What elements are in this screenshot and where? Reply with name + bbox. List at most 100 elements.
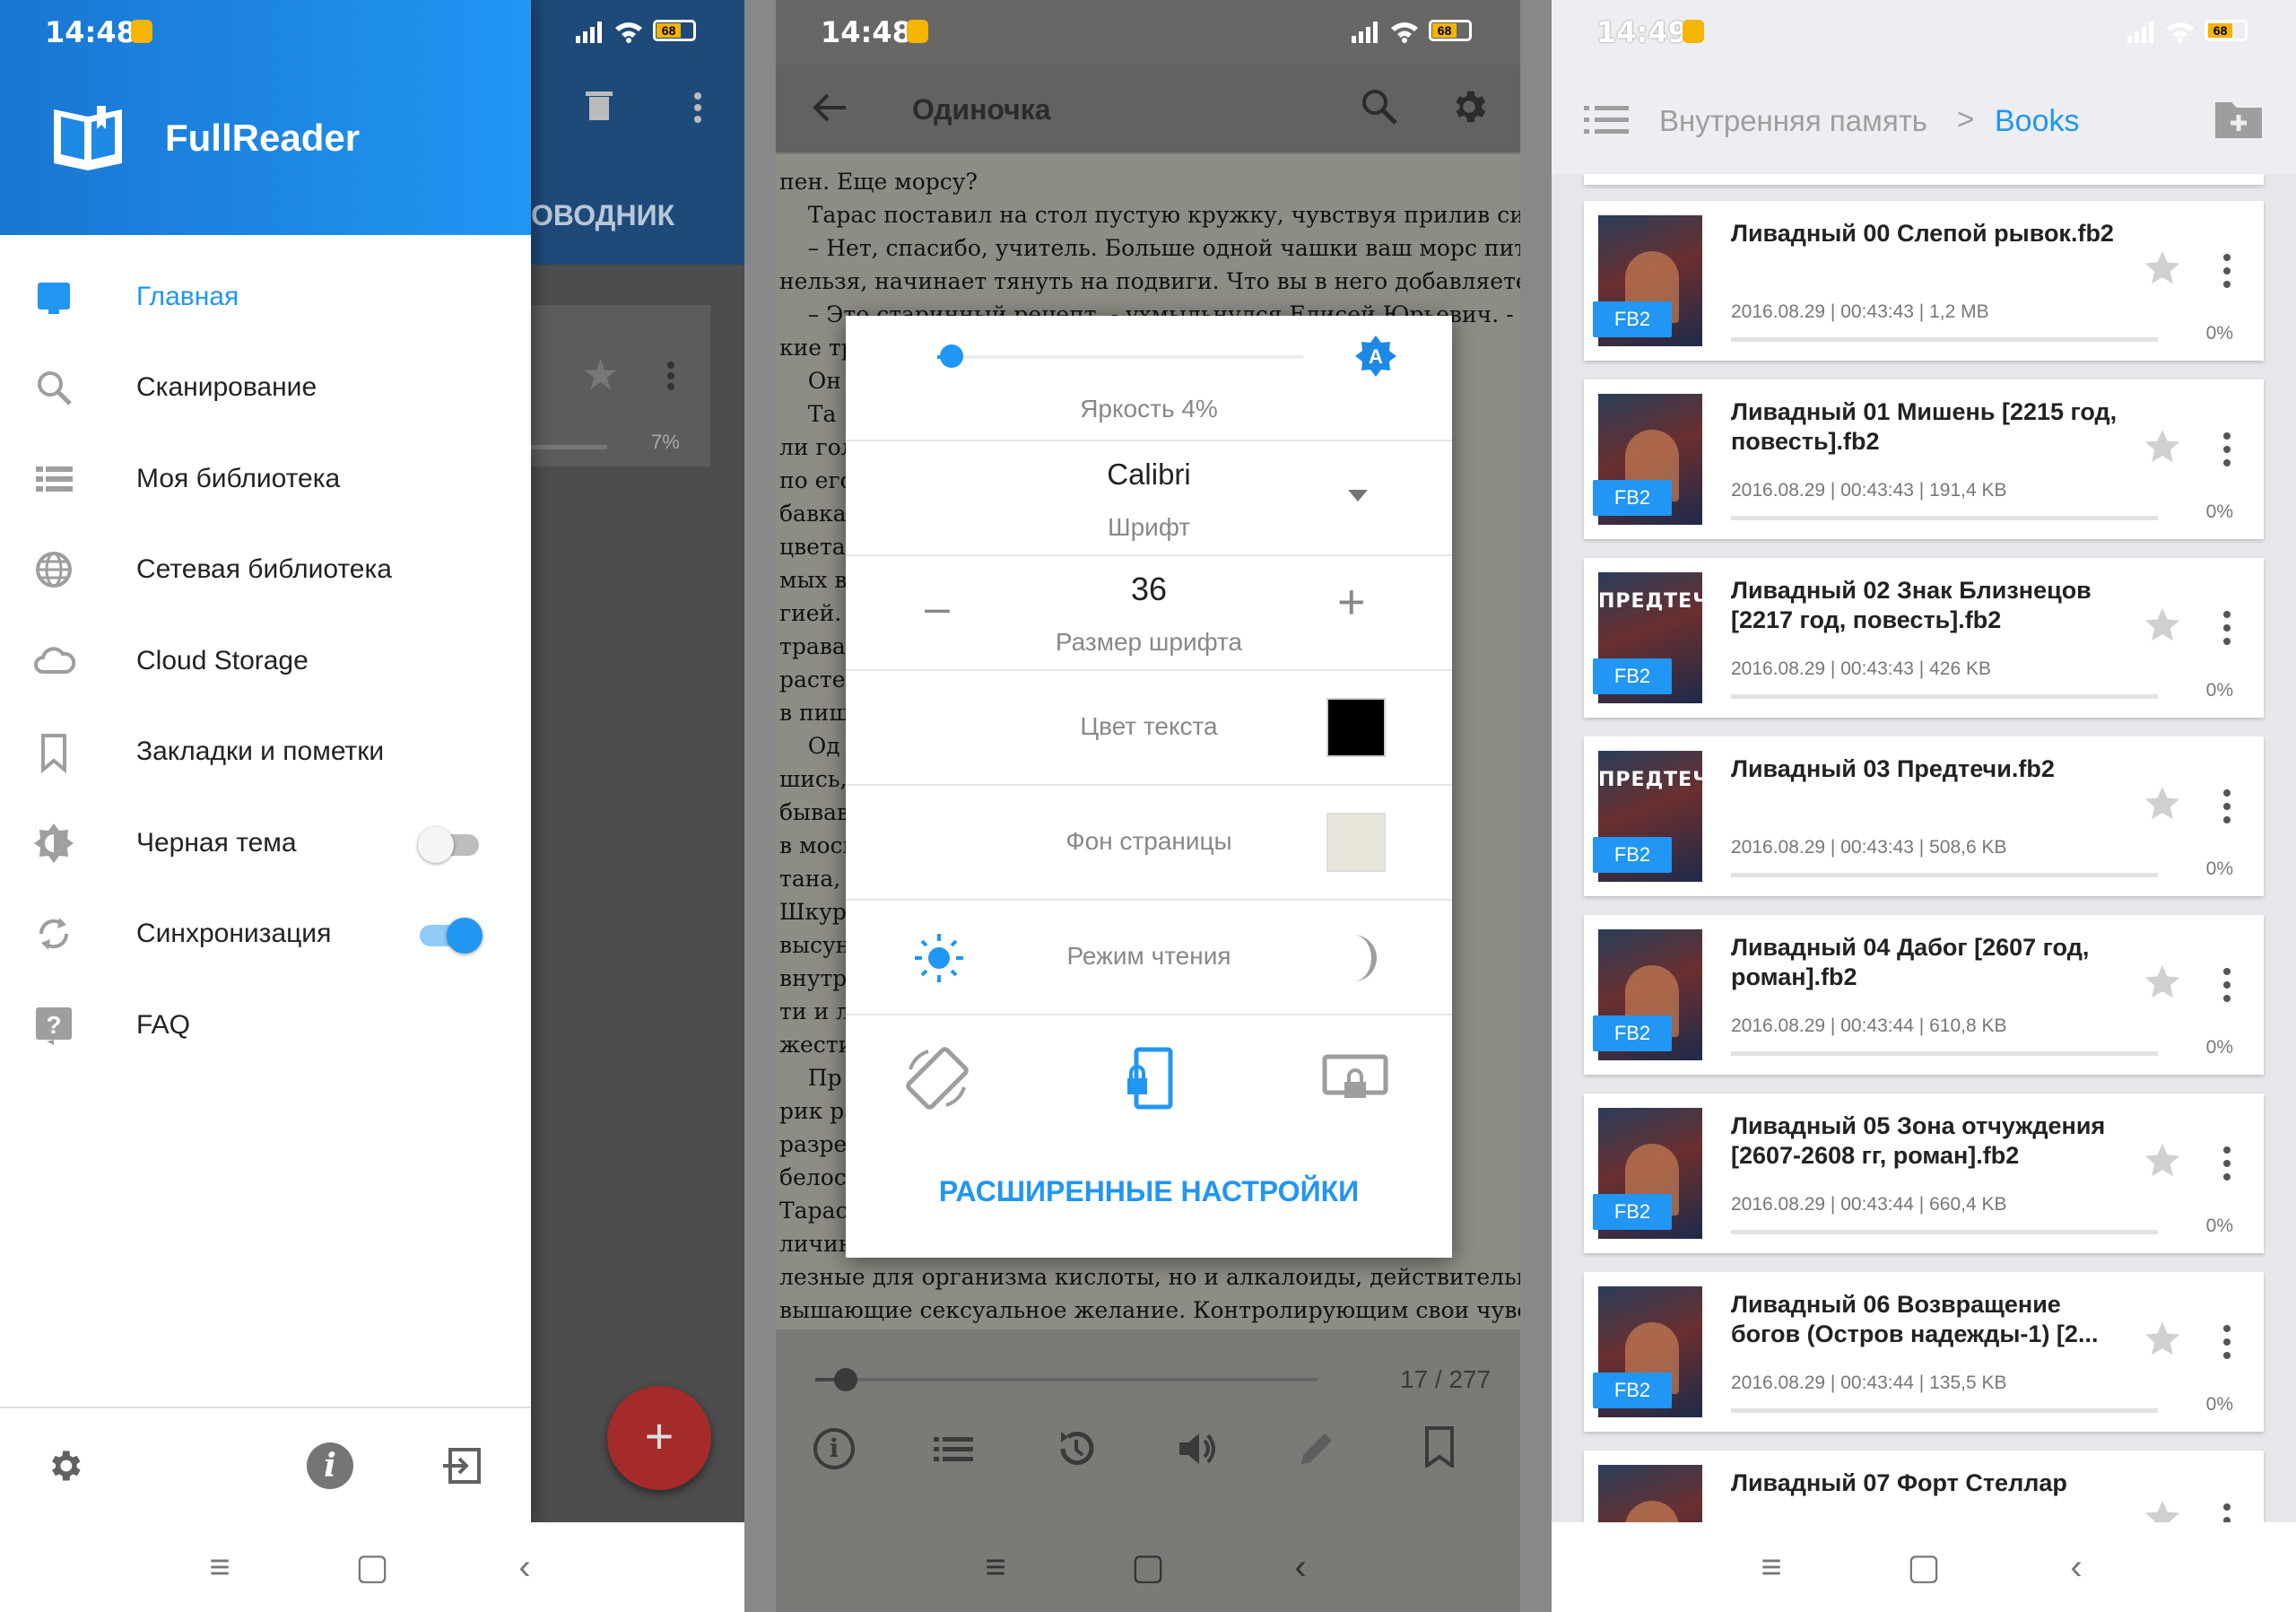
favorite-star-icon[interactable] [2142,605,2183,646]
back-nav-button[interactable]: ‹ [1278,1547,1323,1588]
auto-brightness-icon[interactable]: A [1353,334,1398,379]
text-color-swatch[interactable] [1326,698,1386,757]
overflow-menu-icon[interactable] [2222,431,2231,467]
favorite-star-icon[interactable] [2142,248,2183,289]
read-progress-bar [1731,873,2158,877]
app-name: FullReader [165,117,361,159]
file-toolbar: Внутренняя память > Books [1552,65,2296,174]
menu-nav-button[interactable]: ≡ [973,1547,1018,1588]
text-line: Тарас поставил на стол пустую кружку, чу… [779,202,1520,228]
breadcrumb-root[interactable]: Внутренняя память [1659,104,1927,138]
format-badge: FB2 [1593,480,1672,516]
drawer-item-6[interactable]: Черная тема [0,797,531,888]
auto-rotate-icon[interactable] [901,1042,973,1114]
home-nav-button[interactable]: ▢ [1126,1547,1170,1588]
drawer-item-4[interactable]: Cloud Storage [0,615,531,706]
drawer-item-8[interactable]: ? FAQ [0,980,531,1070]
add-fab-button[interactable]: + [607,1386,711,1490]
text-to-speech-icon[interactable] [1176,1428,1217,1469]
font-selector[interactable]: Calibri Шрифт [846,440,1452,554]
overflow-menu-icon[interactable] [692,91,703,124]
brightness-slider[interactable] [937,344,1303,368]
drawer-item-label: FAQ [136,1009,191,1040]
home-nav-button[interactable]: ▢ [350,1547,395,1588]
drawer-item-1[interactable]: Сканирование [0,343,531,433]
text-color-row[interactable]: Цвет текста [846,669,1452,784]
favorite-star-icon[interactable] [2142,1319,2183,1360]
overflow-menu-icon[interactable] [2222,1324,2231,1360]
book-card[interactable]: FB2 Ливадный 05 Зона отчуждения [2607-260… [1584,1094,2264,1253]
drawer-item-5[interactable]: Закладки и пометки [0,707,531,797]
search-icon[interactable] [1361,88,1398,126]
progress-label: 7% [651,431,680,453]
menu-nav-button[interactable]: ≡ [1749,1547,1794,1588]
favorite-star-icon[interactable] [2142,783,2183,824]
pencil-icon[interactable] [1296,1428,1337,1469]
table-of-contents-icon[interactable] [934,1433,973,1466]
delete-icon[interactable] [585,90,613,122]
menu-nav-button[interactable]: ≡ [197,1547,242,1588]
tab-explorer[interactable]: ОВОДНИК [531,199,674,232]
back-nav-button[interactable]: ‹ [2054,1547,2099,1588]
page-background-swatch[interactable] [1326,813,1386,872]
book-card[interactable]: FB2 Ливадный 04 Дабог [2607 год, роман].f… [1584,915,2264,1075]
settings-icon[interactable] [1448,86,1490,127]
drawer-item-0[interactable]: Главная [0,251,531,342]
overflow-menu-icon[interactable] [2222,253,2231,289]
back-arrow-icon[interactable] [812,90,848,126]
drawer-item-3[interactable]: Сетевая библиотека [0,525,531,615]
dropdown-arrow-icon[interactable] [1348,490,1368,501]
overflow-menu-icon[interactable] [665,361,676,391]
increase-font-button[interactable]: + [1337,574,1366,630]
read-progress-bar [1731,1408,2158,1413]
page-background-row[interactable]: Фон страницы [846,784,1452,899]
book-card[interactable]: Ливадный 07 Форт Стеллар [1584,1451,2264,1531]
book-info-icon[interactable]: i [813,1428,855,1469]
list-view-icon[interactable] [1584,104,1629,136]
new-folder-icon[interactable] [2213,97,2264,140]
overflow-menu-icon[interactable] [2222,1146,2231,1181]
favorite-star-icon[interactable] [2142,426,2183,467]
book-card[interactable]: FB2 Ливадный 06 Возвращение богов (Остров… [1584,1272,2264,1432]
portrait-lock-icon[interactable] [1115,1042,1187,1114]
book-card-dimmed[interactable]: ★ 7% [531,305,710,466]
exit-icon[interactable] [443,1446,483,1486]
back-nav-button[interactable]: ‹ [502,1547,547,1588]
clock: 14:48 [821,15,912,49]
history-icon[interactable] [1056,1428,1097,1469]
book-title: Ливадный 05 Зона отчуждения [2607-2608 г… [1731,1112,2106,1169]
drawer-item-label: Черная тема [136,827,297,858]
drawer-item-2[interactable]: Моя библиотека [0,433,531,524]
system-navigation-bar: ≡ ▢ ‹ [1552,1522,2296,1612]
drawer-item-label: Синхронизация [136,919,332,948]
book-meta: 2016.08.29 | 00:43:43 | 191,4 KB [1731,480,2007,501]
overflow-menu-icon[interactable] [2222,967,2231,1003]
drawer-item-label: Cloud Storage [136,645,309,675]
favorite-star-icon[interactable] [2142,1140,2183,1181]
night-mode-icon[interactable] [1341,931,1386,985]
book-card[interactable]: FB2 Ливадный 01 Мишень [2215 год, повесть… [1584,379,2264,539]
star-icon[interactable]: ★ [581,350,620,400]
home-nav-button[interactable]: ▢ [1901,1547,1946,1588]
bookmark-icon[interactable] [1423,1426,1456,1469]
book-card[interactable]: ПРЕДТЕЧИ FB2 Ливадный 03 Предтечи.fb2 2016.… [1584,736,2264,896]
toggle-switch[interactable] [420,918,483,954]
font-name: Calibri [1107,457,1191,491]
breadcrumb-current[interactable]: Books [1995,104,2080,139]
drawer-item-label: Сетевая библиотека [136,554,392,584]
info-icon[interactable]: i [307,1442,353,1489]
drawer-item-7[interactable]: Синхронизация [0,889,531,980]
overflow-menu-icon[interactable] [2222,789,2231,824]
landscape-lock-icon[interactable] [1319,1042,1391,1114]
read-progress-bar [1731,1230,2158,1234]
advanced-settings-button[interactable]: РАСШИРЕННЫЕ НАСТРОЙКИ [846,1175,1452,1208]
book-card[interactable]: ПРЕДТЕЧИ FB2 Ливадный 02 Знак Близнецов [2… [1584,558,2264,718]
favorite-star-icon[interactable] [2142,962,2183,1003]
status-bar: 14:48 68 [0,0,744,65]
overflow-menu-icon[interactable] [2222,610,2231,646]
toggle-switch[interactable] [418,826,483,863]
book-title: Ливадный 06 Возвращение богов (Остров на… [1731,1291,2099,1347]
book-card[interactable]: FB2 Ливадный 00 Слепой рывок.fb2 2016.08.2… [1584,201,2264,361]
settings-icon[interactable] [45,1446,84,1486]
page-progress-slider[interactable] [815,1368,1318,1391]
